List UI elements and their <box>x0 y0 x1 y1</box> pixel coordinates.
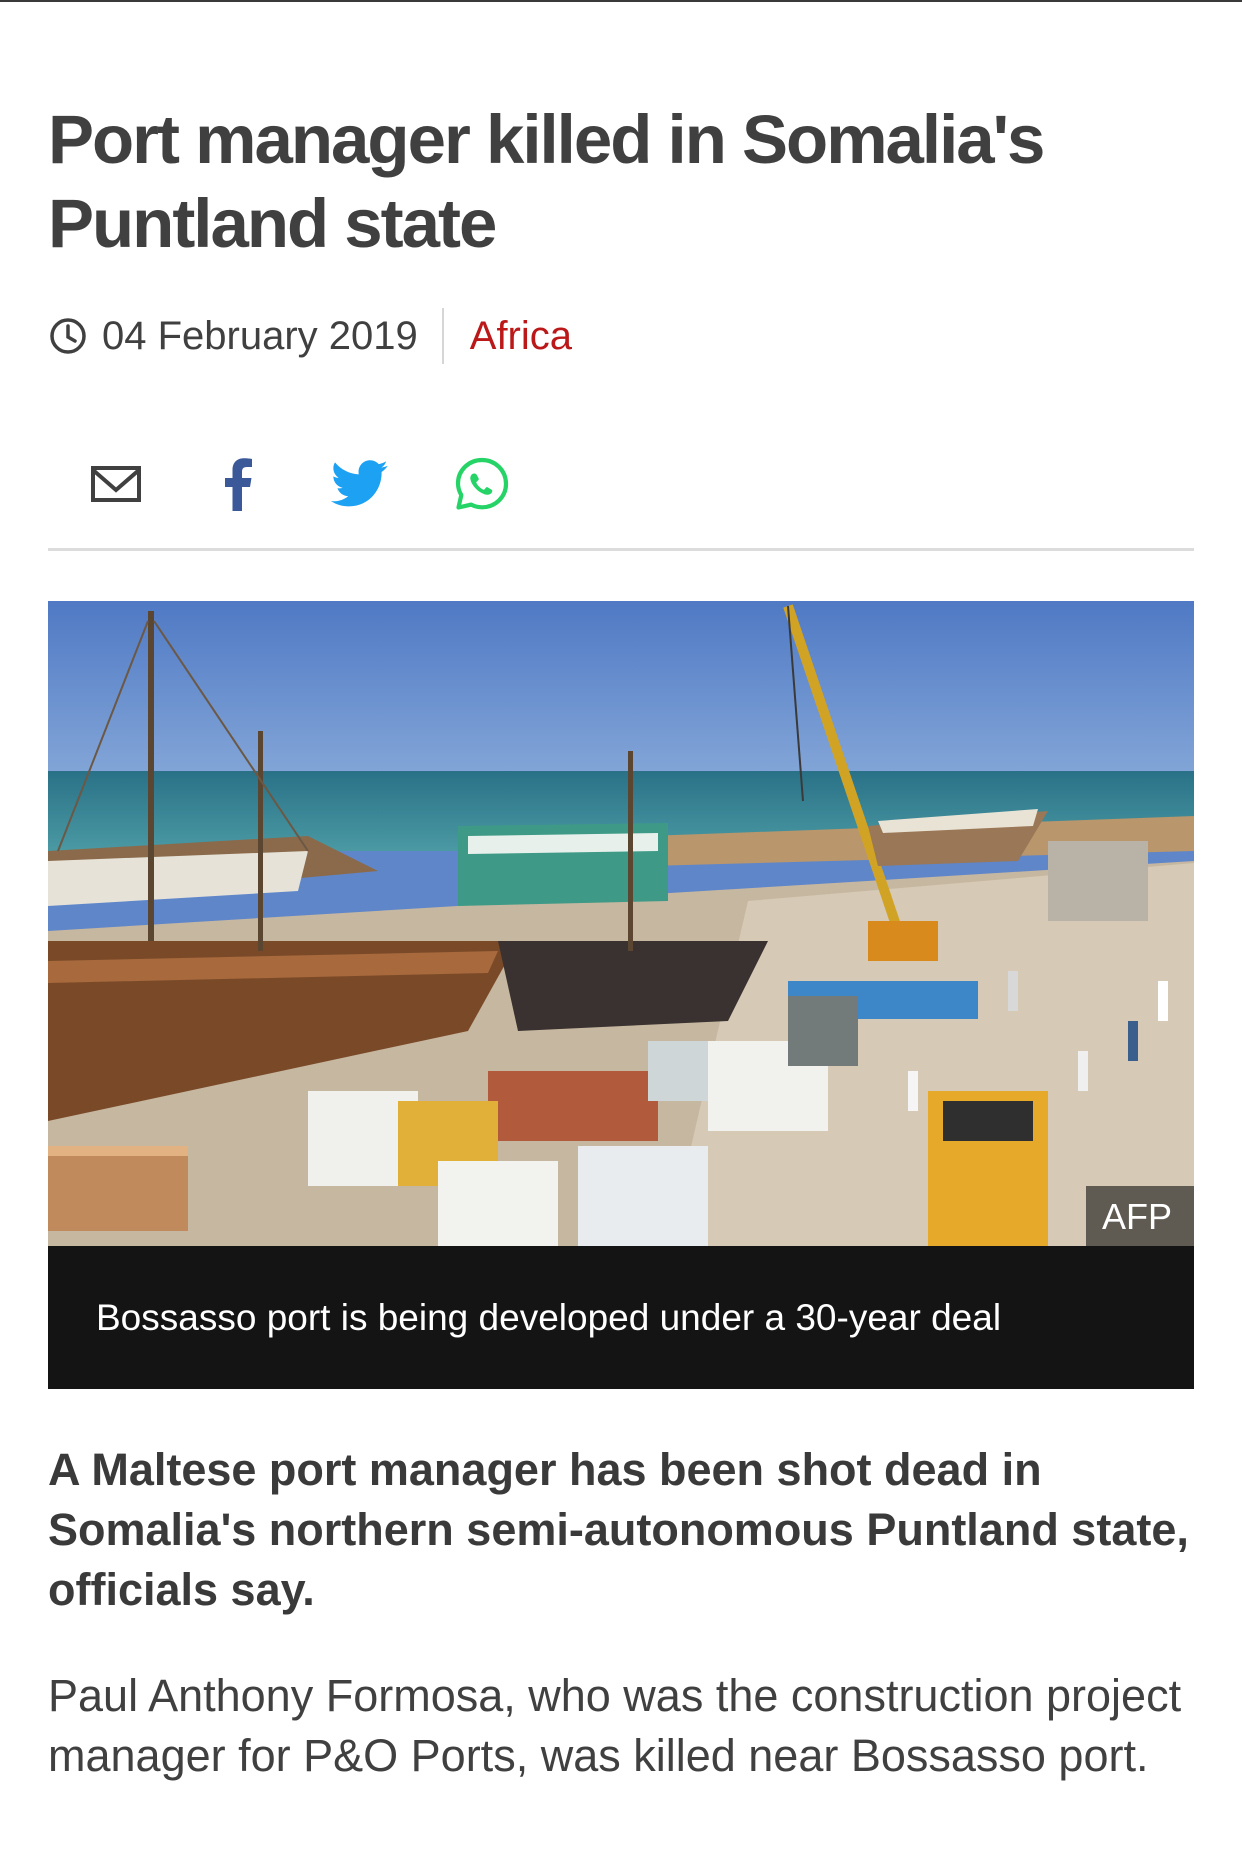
share-bar <box>48 430 1194 551</box>
publish-date: 04 February 2019 <box>102 313 418 358</box>
story-paragraph: Paul Anthony Formosa, who was the constr… <box>48 1670 1182 1781</box>
email-icon <box>90 464 142 509</box>
clock-icon <box>48 316 88 356</box>
image-caption: Bossasso port is being developed under a… <box>48 1246 1194 1389</box>
twitter-icon <box>330 459 389 513</box>
meta-divider <box>441 308 444 364</box>
share-twitter-button[interactable] <box>320 446 400 526</box>
share-whatsapp-button[interactable] <box>442 446 522 526</box>
whatsapp-icon <box>454 456 510 517</box>
facebook-icon <box>223 457 253 516</box>
article-meta: 04 February 2019 Africa <box>48 306 572 366</box>
lead-image: AFP Bossasso port is being developed und… <box>48 601 1194 1389</box>
image-credit: AFP <box>1085 1186 1194 1246</box>
headline: Port manager killed in Somalia's Puntlan… <box>48 101 1045 262</box>
section-link-africa[interactable]: Africa <box>470 314 572 359</box>
share-divider <box>48 548 1194 551</box>
top-border <box>0 0 1242 2</box>
share-email-button[interactable] <box>76 446 156 526</box>
story-intro: A Maltese port manager has been shot dea… <box>48 1444 1189 1615</box>
port-photo: AFP <box>48 601 1194 1246</box>
share-facebook-button[interactable] <box>198 446 278 526</box>
